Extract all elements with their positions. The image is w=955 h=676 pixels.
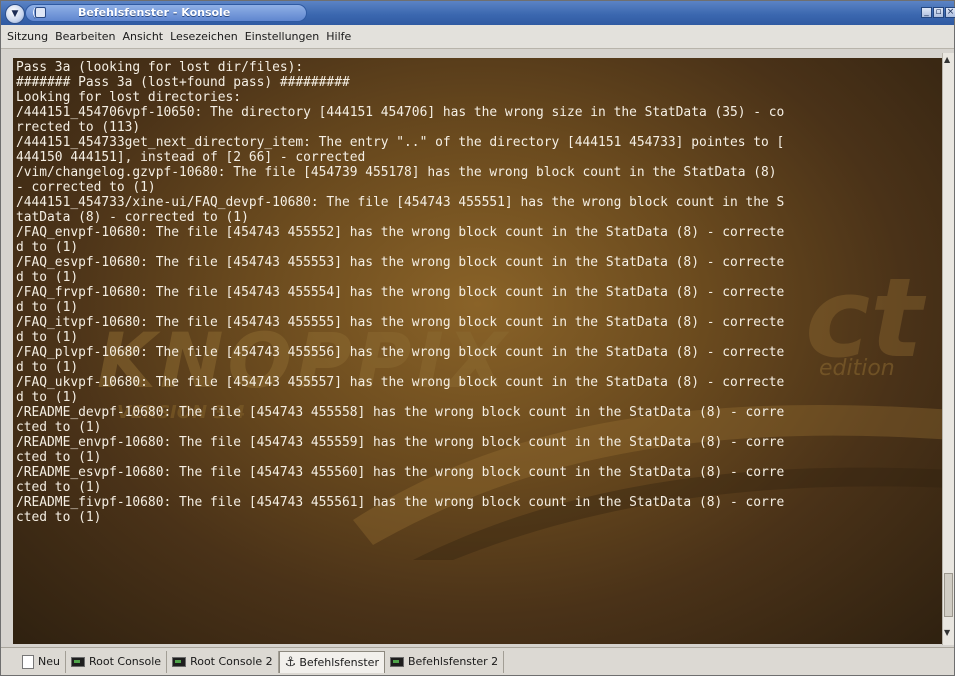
menu-einstellungen[interactable]: Einstellungen	[245, 30, 320, 43]
session-tab-bar: Neu Root Console Root Console 2 ⚓ Befehl…	[1, 647, 954, 675]
shell-icon: ⚓	[284, 654, 297, 670]
terminal-icon	[70, 656, 85, 667]
konsole-app-icon	[35, 7, 46, 18]
scroll-down-arrow-icon[interactable]: ▼	[944, 628, 950, 637]
tab-label: Befehlsfenster 2	[407, 655, 499, 668]
scrollbar-thumb[interactable]	[944, 573, 953, 617]
tab-label: Befehlsfenster	[299, 655, 379, 669]
terminal-area[interactable]: KNOPPIX VERSION 3.4 ct edition Pass 3a (…	[13, 58, 942, 644]
menu-bearbeiten[interactable]: Bearbeiten	[55, 30, 115, 43]
window-title: Befehlsfenster - Konsole	[78, 6, 231, 19]
menu-sitzung[interactable]: Sitzung	[7, 30, 48, 43]
konsole-window: ▼ ( Befehlsfenster - Konsole _ ▫ × Sitzu…	[0, 0, 955, 676]
menu-hilfe[interactable]: Hilfe	[326, 30, 351, 43]
terminal-icon	[389, 656, 404, 667]
vertical-scrollbar[interactable]: ▲ ▼	[942, 53, 954, 645]
edition-watermark: edition	[819, 356, 895, 381]
minimize-button[interactable]: _	[921, 7, 932, 18]
tab-befehlsfenster[interactable]: ⚓ Befehlsfenster	[278, 650, 385, 673]
menu-lesezeichen[interactable]: Lesezeichen	[170, 30, 238, 43]
maximize-button[interactable]: ▫	[933, 7, 944, 18]
title-bar[interactable]: ▼ ( Befehlsfenster - Konsole _ ▫ ×	[1, 1, 955, 25]
tab-label: Root Console 2	[190, 655, 273, 668]
scroll-up-arrow-icon[interactable]: ▲	[944, 55, 950, 64]
tab-befehlsfenster-2[interactable]: Befehlsfenster 2	[385, 650, 505, 673]
title-pill[interactable]: ( Befehlsfenster - Konsole	[25, 4, 307, 22]
menu-bar: Sitzung Bearbeiten Ansicht Lesezeichen E…	[1, 25, 954, 49]
tab-root-console[interactable]: Root Console	[66, 650, 168, 673]
tab-label: Neu	[38, 655, 60, 668]
terminal-icon	[172, 656, 187, 667]
tab-root-console-2[interactable]: Root Console 2	[167, 650, 279, 673]
tab-label: Root Console	[88, 655, 162, 668]
terminal-output: Pass 3a (looking for lost dir/files): ##…	[16, 60, 785, 525]
window-menu-icon[interactable]: ▼	[5, 4, 25, 24]
tab-neu[interactable]: Neu	[17, 650, 66, 673]
close-button[interactable]: ×	[945, 7, 955, 18]
new-session-icon	[22, 654, 34, 669]
menu-ansicht[interactable]: Ansicht	[123, 30, 164, 43]
